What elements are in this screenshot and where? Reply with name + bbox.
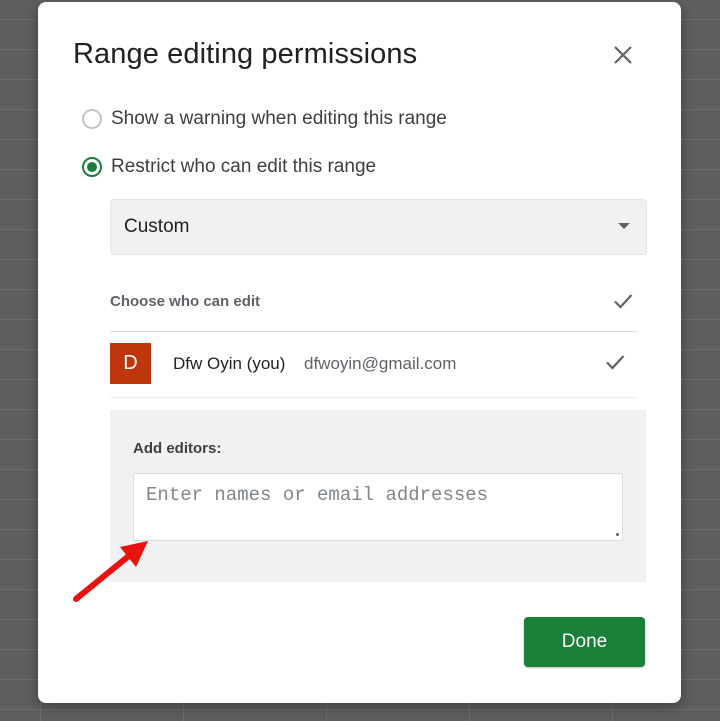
check-icon — [606, 355, 625, 370]
add-editors-label: Add editors: — [133, 440, 222, 457]
user-checkbox[interactable] — [604, 351, 626, 373]
check-icon — [614, 294, 633, 309]
select-all-checkbox[interactable] — [612, 290, 634, 312]
red-arrow-annotation — [73, 541, 148, 602]
radio-button-restrict[interactable] — [82, 157, 102, 177]
close-icon — [614, 46, 632, 64]
radio-label-restrict: Restrict who can edit this range — [111, 156, 377, 177]
dropdown-selected-value: Custom — [124, 216, 190, 237]
add-editors-input[interactable] — [133, 473, 623, 541]
close-button[interactable] — [611, 43, 635, 67]
divider — [110, 331, 637, 332]
radio-button-warning[interactable] — [82, 109, 102, 129]
choose-editors-header: Choose who can edit — [110, 293, 261, 310]
add-editors-panel: Add editors: — [110, 410, 646, 582]
dialog-title: Range editing permissions — [73, 38, 418, 70]
textarea-resize-handle[interactable] — [616, 533, 619, 536]
user-email: dfwoyin@gmail.com — [304, 354, 457, 373]
divider — [110, 397, 637, 398]
radio-label-warning: Show a warning when editing this range — [111, 108, 447, 129]
radio-option-warning[interactable]: Show a warning when editing this range — [82, 108, 447, 130]
done-button[interactable]: Done — [524, 617, 645, 667]
chevron-down-icon — [618, 223, 630, 229]
avatar: D — [110, 343, 151, 384]
radio-option-restrict[interactable]: Restrict who can edit this range — [82, 156, 376, 178]
user-name: Dfw Oyin (you) — [173, 354, 286, 373]
permission-dropdown[interactable]: Custom — [110, 199, 647, 255]
